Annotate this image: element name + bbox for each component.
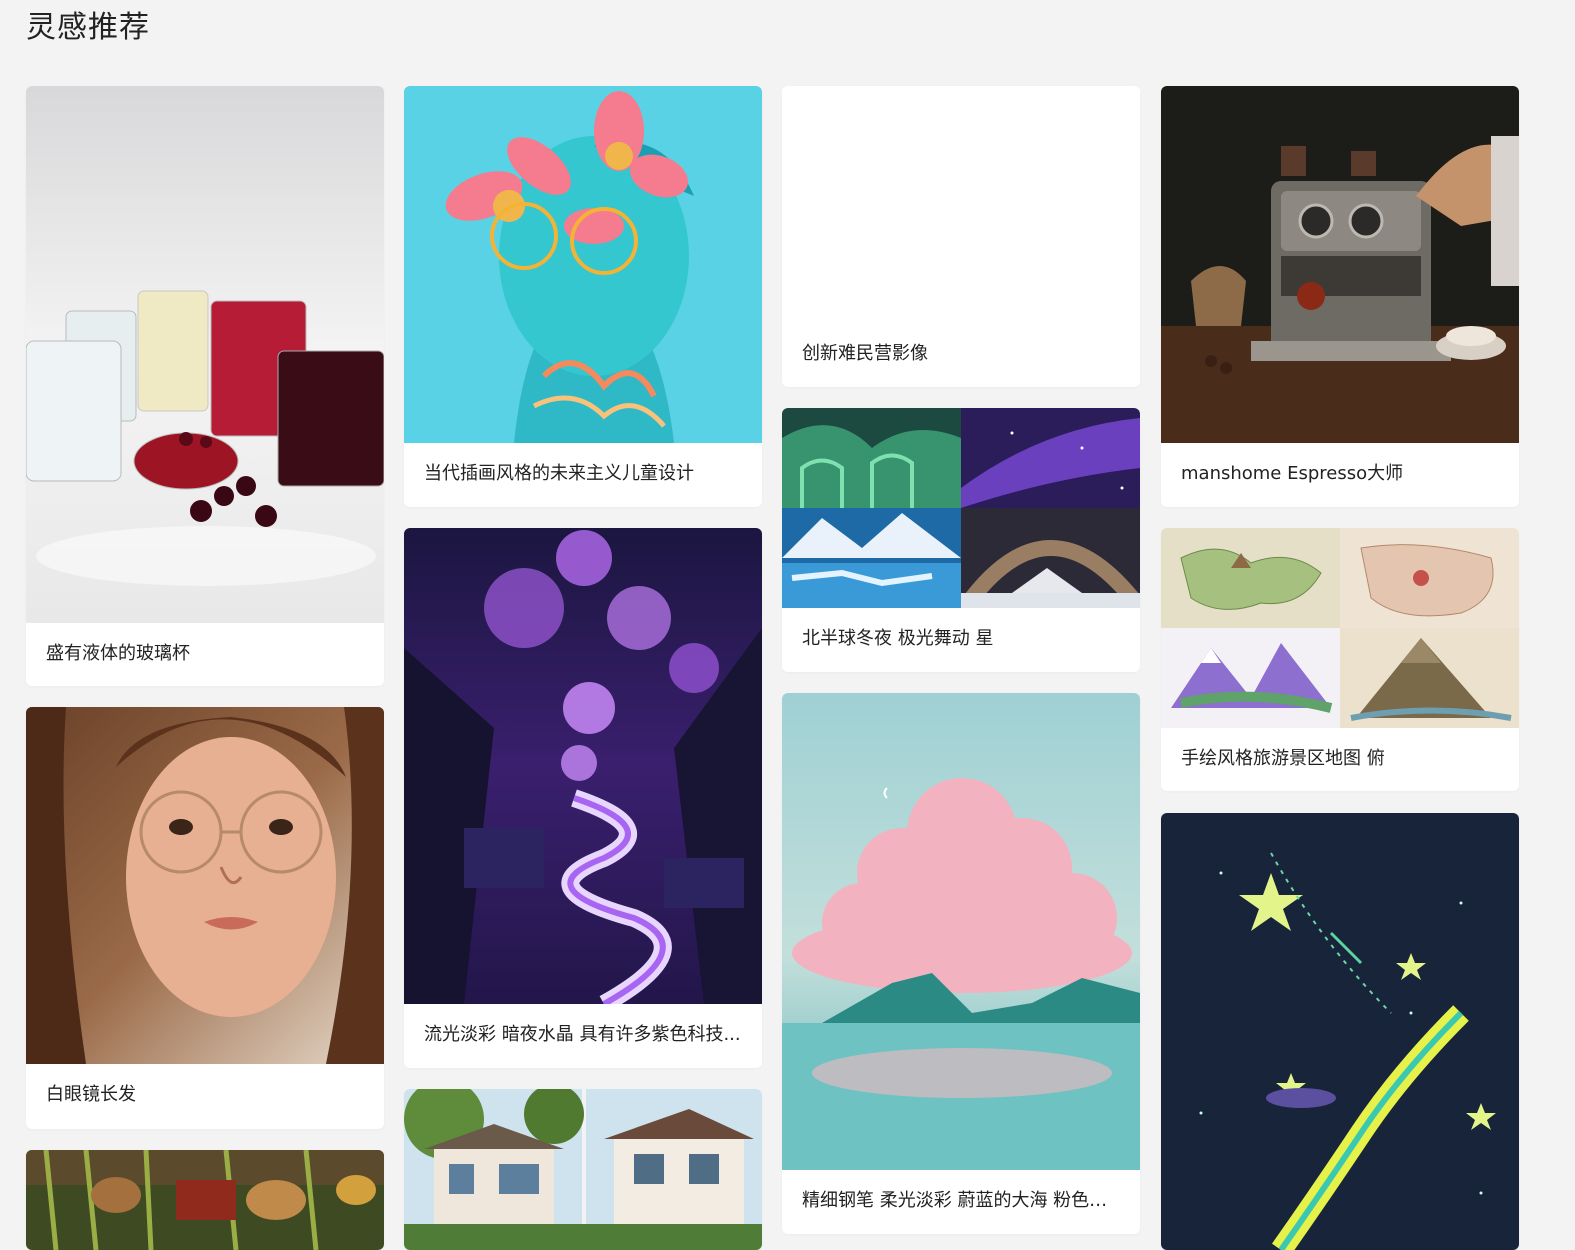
- inspiration-card-glass-cups[interactable]: 盛有液体的玻璃杯: [26, 86, 384, 686]
- blank-image: [782, 86, 1140, 323]
- card-caption: 精细钢笔 柔光淡彩 蔚蓝的大海 粉色的云: [802, 1190, 1120, 1211]
- inspiration-card-villa[interactable]: [404, 1089, 762, 1250]
- card-caption: 白眼镜长发: [46, 1084, 136, 1105]
- inspiration-card-espresso[interactable]: manshome Espresso大师: [1161, 86, 1519, 507]
- purple-landscape-image: [404, 528, 762, 1004]
- villa-image: [404, 1089, 762, 1250]
- card-caption: 当代插画风格的未来主义儿童设计: [424, 463, 694, 484]
- inspiration-card-night-stars[interactable]: [1161, 813, 1519, 1250]
- espresso-machine-image: [1161, 86, 1519, 443]
- flower-child-image: [404, 86, 762, 443]
- shooting-stars-image: [1161, 813, 1519, 1250]
- inspiration-page: 灵感推荐 盛有液体的玻璃杯 白眼镜长发 当代插画风格的未来主义儿童设计 流光淡彩…: [0, 0, 1575, 1250]
- card-caption: 创新难民营影像: [802, 343, 928, 364]
- card-caption: manshome Espresso大师: [1181, 463, 1404, 484]
- inspiration-card-aurora[interactable]: 北半球冬夜 极光舞动 星: [782, 408, 1140, 672]
- girl-portrait-image: [26, 707, 384, 1064]
- aurora-grid-image: [782, 408, 1140, 608]
- inspiration-card-flower-child[interactable]: 当代插画风格的未来主义儿童设计: [404, 86, 762, 507]
- card-caption: 手绘风格旅游景区地图 俯: [1181, 748, 1385, 769]
- inspiration-card-travel-map[interactable]: 手绘风格旅游景区地图 俯: [1161, 528, 1519, 791]
- card-caption: 盛有液体的玻璃杯: [46, 643, 190, 664]
- inspiration-card-purple-crystal[interactable]: 流光淡彩 暗夜水晶 具有许多紫色科技...: [404, 528, 762, 1068]
- glass-cups-image: [26, 86, 384, 623]
- inspiration-card-pink-clouds[interactable]: 精细钢笔 柔光淡彩 蔚蓝的大海 粉色的云: [782, 693, 1140, 1234]
- inspiration-card-glasses-girl[interactable]: 白眼镜长发: [26, 707, 384, 1129]
- map-grid-image: [1161, 528, 1519, 728]
- jungle-image: [26, 1150, 384, 1250]
- cloud-sea-image: [782, 693, 1140, 1170]
- page-title: 灵感推荐: [26, 10, 150, 45]
- inspiration-card-refugee-camp[interactable]: 创新难民营影像: [782, 86, 1140, 387]
- card-caption: 北半球冬夜 极光舞动 星: [802, 628, 994, 649]
- card-caption: 流光淡彩 暗夜水晶 具有许多紫色科技...: [424, 1024, 741, 1045]
- inspiration-card-jungle[interactable]: [26, 1150, 384, 1250]
